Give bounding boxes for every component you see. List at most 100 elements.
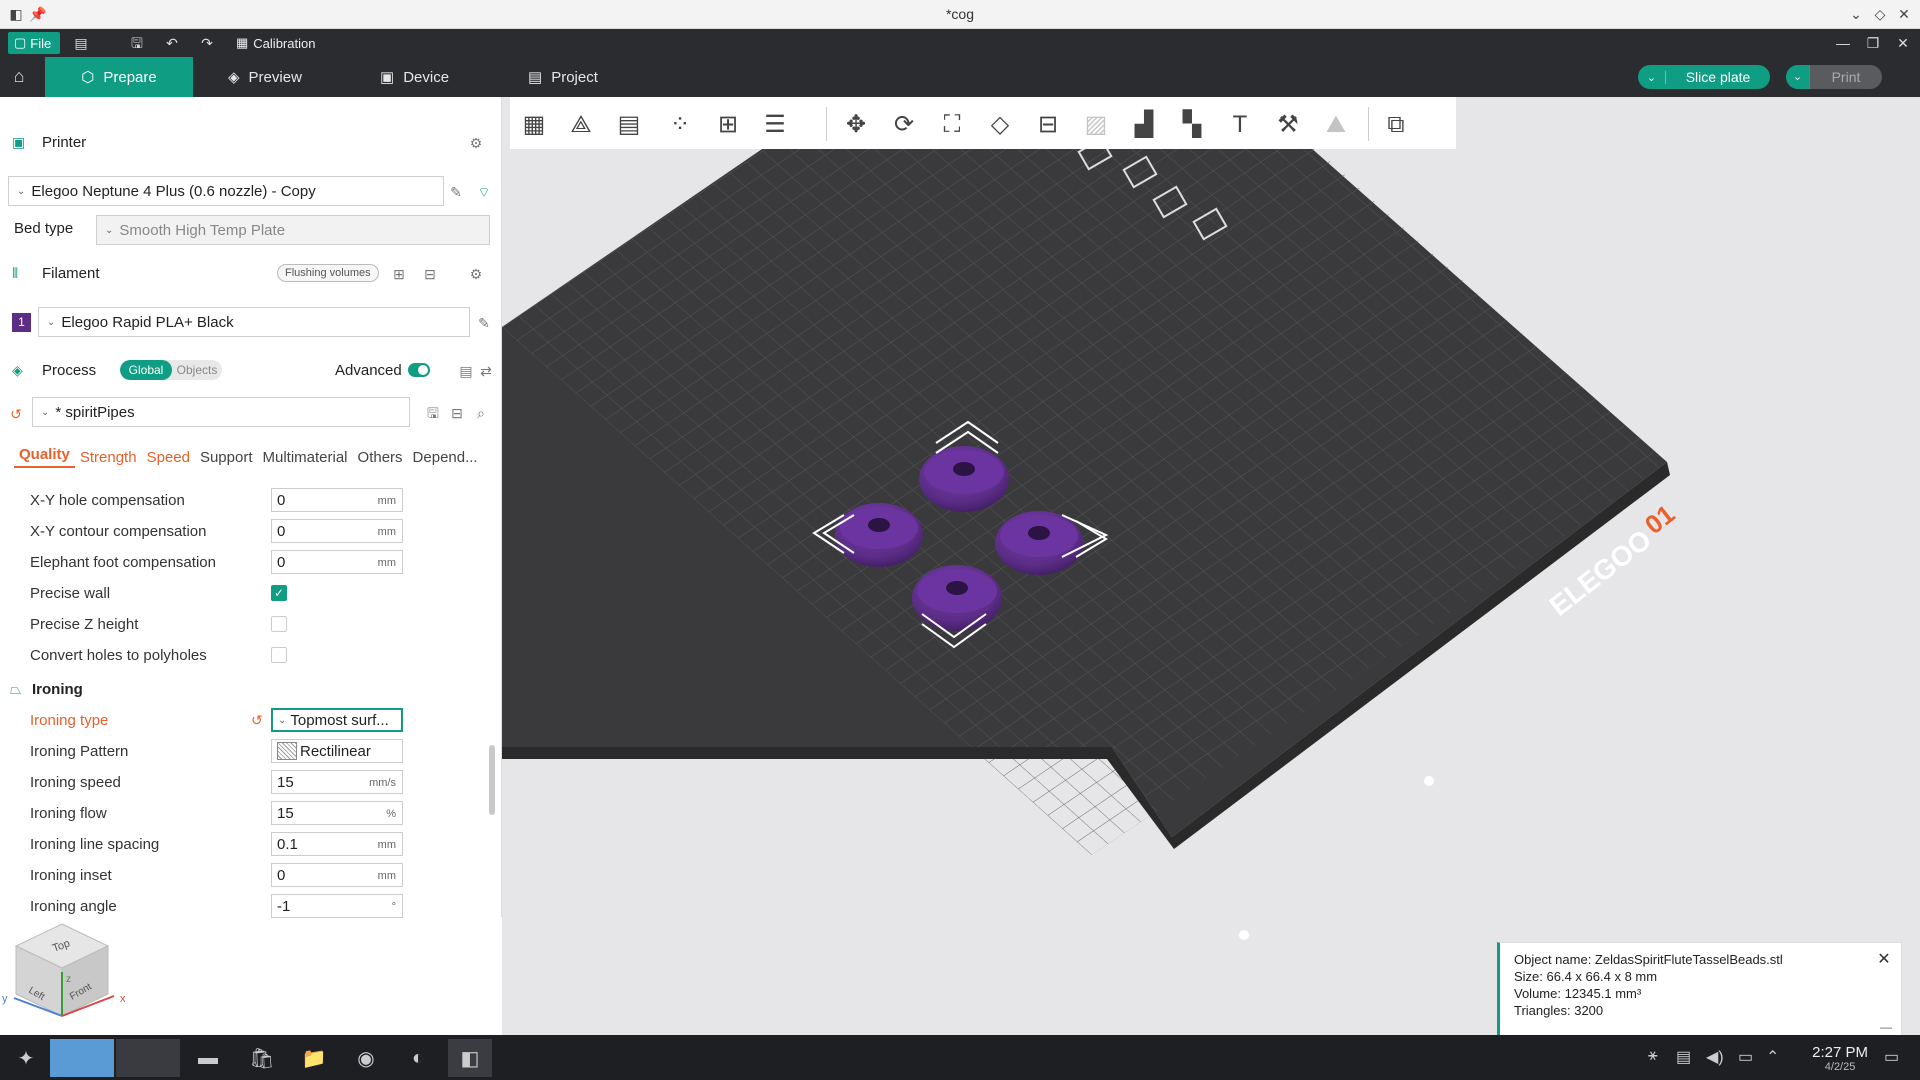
bed-type-select[interactable]: ⌄ Smooth High Temp Plate	[96, 215, 490, 245]
add-filament-icon[interactable]: ⊞	[389, 264, 409, 284]
slice-plate-button[interactable]: ⌄ Slice plate	[1638, 65, 1770, 89]
global-toggle[interactable]: Global	[120, 360, 172, 380]
wifi-icon[interactable]: ⌔	[474, 182, 494, 202]
add-plate-icon[interactable]: ▦	[516, 107, 552, 143]
move-icon[interactable]: ✥	[838, 107, 874, 143]
network-status-icon[interactable]: ⚹	[1648, 1047, 1658, 1065]
terminal-icon[interactable]: ▬	[186, 1039, 230, 1077]
settings-scrollbar[interactable]	[489, 745, 495, 815]
slice-dropdown-icon[interactable]: ⌄	[1638, 70, 1666, 84]
printer-select[interactable]: ⌄ Elegoo Neptune 4 Plus (0.6 nozzle) - C…	[8, 176, 444, 206]
tab-support[interactable]: Support	[195, 449, 258, 466]
print-dropdown-icon[interactable]: ⌄	[1786, 65, 1810, 89]
search-icon[interactable]: ⌕	[471, 403, 491, 423]
desktop-1-thumbnail[interactable]	[50, 1039, 114, 1077]
tab-prepare[interactable]: ⬡ Prepare	[45, 57, 193, 97]
tab-quality[interactable]: Quality	[14, 446, 75, 468]
tray-expand-icon[interactable]: ⌃	[1766, 1047, 1779, 1067]
xy-hole-compensation-input[interactable]: 0 mm	[271, 488, 403, 512]
3d-viewport[interactable]: ELEGOO 01	[502, 97, 1920, 1035]
display-icon[interactable]: ▭	[1738, 1047, 1753, 1067]
app-restore-icon[interactable]: ❐	[1862, 32, 1884, 54]
files-icon[interactable]: 📁	[292, 1039, 336, 1077]
close-icon[interactable]: ✕	[1875, 951, 1893, 969]
calibration-menu[interactable]: ▦ Calibration	[236, 32, 315, 54]
store-icon[interactable]: 🛍	[240, 1039, 284, 1077]
variable-layer-icon[interactable]: ⧉	[1378, 107, 1414, 143]
ironing-inset-input[interactable]: 0 mm	[271, 863, 403, 887]
convert-holes-checkbox[interactable]	[271, 647, 287, 663]
objects-toggle[interactable]: Objects	[172, 360, 222, 380]
rotate-icon[interactable]: ⟳	[886, 107, 922, 143]
home-icon[interactable]: ⌂	[8, 66, 30, 88]
navigation-cube[interactable]: Top Left Front z x y	[0, 912, 130, 1032]
volume-icon[interactable]: ◀)	[1706, 1047, 1724, 1067]
undo-icon[interactable]: ↶	[161, 32, 183, 54]
filament-select[interactable]: ⌄ Elegoo Rapid PLA+ Black	[38, 307, 470, 337]
precise-z-height-checkbox[interactable]	[271, 616, 287, 632]
filament-settings-icon[interactable]: ⚙	[466, 264, 486, 284]
scale-icon[interactable]: ⛶	[934, 107, 970, 143]
tab-speed[interactable]: Speed	[142, 449, 195, 466]
compare-icon[interactable]: ▤	[456, 361, 476, 381]
firefox-icon[interactable]: ◉	[344, 1039, 388, 1077]
process-settings-icon[interactable]: ⇄	[476, 361, 496, 381]
tab-project[interactable]: ▤ Project	[528, 57, 598, 97]
game-icon[interactable]: ◐	[396, 1039, 440, 1077]
advanced-toggle[interactable]	[408, 363, 430, 377]
seam-paint-icon[interactable]: ▚	[1174, 107, 1210, 143]
app-close-icon[interactable]: ✕	[1892, 32, 1914, 54]
tab-others[interactable]: Others	[353, 449, 408, 466]
ironing-pattern-select[interactable]: Rectilinear	[271, 739, 403, 763]
system-clock[interactable]: 2:27 PM 4/2/25	[1812, 1044, 1868, 1073]
measure-icon[interactable]: ⚒	[1270, 107, 1306, 143]
xy-contour-compensation-input[interactable]: 0 mm	[271, 519, 403, 543]
ironing-angle-input[interactable]: -1 °	[271, 894, 403, 918]
filament-slot-badge[interactable]: 1	[12, 313, 31, 332]
notes-icon[interactable]: ▤	[70, 32, 92, 54]
tab-device[interactable]: ▣ Device	[380, 57, 449, 97]
maximize-icon[interactable]: ◇	[1870, 4, 1890, 24]
ironing-type-select[interactable]: ⌄ Topmost surf...	[271, 708, 403, 732]
clipboard-icon[interactable]: ▤	[1676, 1047, 1691, 1067]
printer-settings-icon[interactable]: ⚙	[466, 133, 486, 153]
auto-arrange-icon[interactable]: ⁘	[662, 107, 698, 143]
elephant-foot-compensation-input[interactable]: 0 mm	[271, 550, 403, 574]
save-preset-icon[interactable]: 🖫	[423, 403, 443, 423]
reset-icon[interactable]: ↺	[251, 712, 263, 729]
collapse-icon[interactable]: ⊟	[447, 403, 467, 423]
launcher-icon[interactable]: ✦	[4, 1039, 48, 1077]
redo-icon[interactable]: ↷	[196, 32, 218, 54]
show-desktop-icon[interactable]: ▭	[1884, 1047, 1899, 1067]
ironing-line-spacing-input[interactable]: 0.1 mm	[271, 832, 403, 856]
minimize-icon[interactable]: ⌄	[1846, 4, 1866, 24]
collapse-icon[interactable]: —	[1879, 1021, 1893, 1033]
orient-icon[interactable]: ⟁	[563, 107, 599, 143]
flushing-volumes-button[interactable]: Flushing volumes	[277, 264, 379, 282]
app-minimize-icon[interactable]: —	[1832, 32, 1854, 54]
layers-editing-icon[interactable]: ☰	[757, 107, 793, 143]
precise-wall-checkbox[interactable]: ✓	[271, 585, 287, 601]
split-objects-icon[interactable]: ⊞	[710, 107, 746, 143]
process-scope-switch[interactable]: Global Objects	[120, 360, 222, 380]
slicer-app-icon[interactable]: ◧	[448, 1039, 492, 1077]
save-icon[interactable]: 🖫	[126, 32, 148, 54]
text-tool-icon[interactable]: T	[1222, 107, 1258, 143]
support-paint-icon[interactable]: ▟	[1126, 107, 1162, 143]
reset-icon[interactable]: ↺	[6, 404, 26, 424]
tab-dependencies[interactable]: Depend...	[408, 449, 483, 466]
remove-filament-icon[interactable]: ⊟	[420, 264, 440, 284]
tab-strength[interactable]: Strength	[75, 449, 142, 466]
print-button[interactable]: ⌄ Print	[1786, 65, 1882, 89]
tab-preview[interactable]: ◈ Preview	[228, 57, 302, 97]
lay-on-face-icon[interactable]: ◇	[982, 107, 1018, 143]
edit-filament-icon[interactable]: ✎	[474, 313, 494, 333]
arrange-icon[interactable]: ▤	[611, 107, 647, 143]
process-preset-select[interactable]: ⌄ * spiritPipes	[32, 397, 410, 427]
ironing-speed-input[interactable]: 15 mm/s	[271, 770, 403, 794]
ironing-flow-input[interactable]: 15 %	[271, 801, 403, 825]
tab-multimaterial[interactable]: Multimaterial	[258, 449, 353, 466]
close-icon[interactable]: ✕	[1894, 4, 1914, 24]
file-menu-button[interactable]: ▢ File	[8, 32, 60, 54]
cut-icon[interactable]: ⊟	[1030, 107, 1066, 143]
